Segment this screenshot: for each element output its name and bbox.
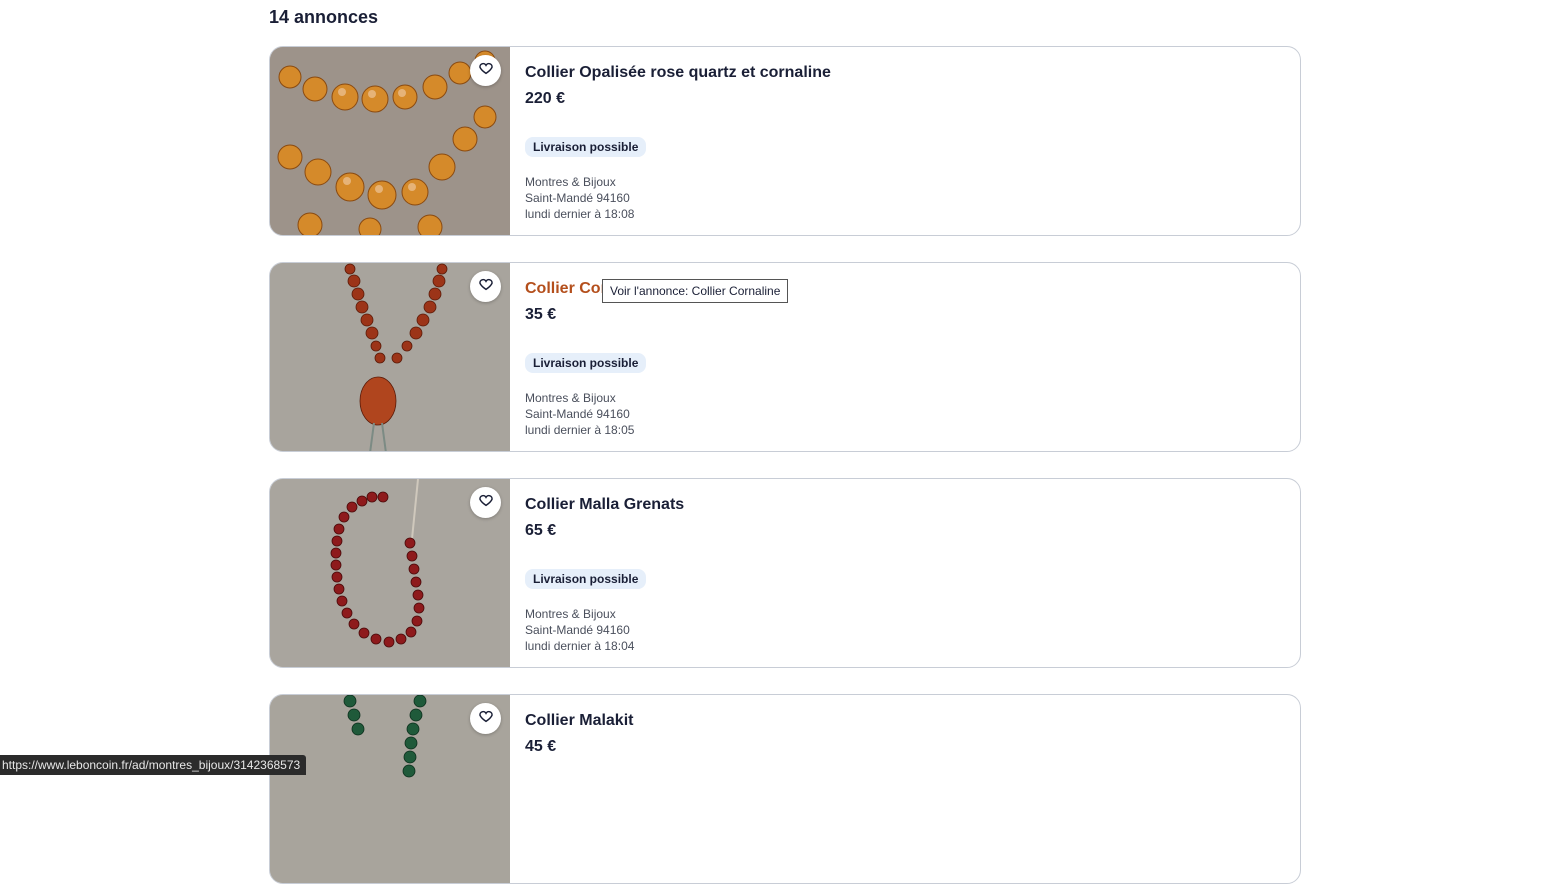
listing-category: Montres & Bijoux	[525, 174, 616, 190]
listing-price: 65 €	[525, 522, 556, 540]
heart-icon	[478, 708, 494, 729]
listing-price: 35 €	[525, 306, 556, 324]
delivery-badge: Livraison possible	[525, 569, 646, 589]
delivery-badge: Livraison possible	[525, 137, 646, 157]
listing-title[interactable]: Collier Malakit	[525, 712, 633, 730]
listing-category: Montres & Bijoux	[525, 606, 616, 622]
listing-date: lundi dernier à 18:08	[525, 206, 634, 222]
listing-category: Montres & Bijoux	[525, 390, 616, 406]
listing-location: Saint-Mandé 94160	[525, 622, 630, 638]
listing-title[interactable]: Collier Cor	[525, 280, 607, 298]
heart-icon	[478, 60, 494, 81]
listing-card[interactable]: Collier Opalisée rose quartz et cornalin…	[269, 46, 1301, 236]
heart-icon	[478, 276, 494, 297]
listing-location: Saint-Mandé 94160	[525, 190, 630, 206]
favorite-button[interactable]	[470, 703, 501, 734]
listing-price: 220 €	[525, 90, 565, 108]
status-bar-url: https://www.leboncoin.fr/ad/montres_bijo…	[0, 755, 306, 775]
favorite-button[interactable]	[470, 271, 501, 302]
favorite-button[interactable]	[470, 487, 501, 518]
title-tooltip: Voir l'annonce: Collier Cornaline	[602, 279, 788, 303]
delivery-badge: Livraison possible	[525, 353, 646, 373]
results-count: 14 annonces	[269, 7, 378, 28]
listing-price: 45 €	[525, 738, 556, 756]
listing-date: lundi dernier à 18:04	[525, 638, 634, 654]
listing-location: Saint-Mandé 94160	[525, 406, 630, 422]
listing-title[interactable]: Collier Opalisée rose quartz et cornalin…	[525, 64, 831, 82]
listing-title[interactable]: Collier Malla Grenats	[525, 496, 684, 514]
favorite-button[interactable]	[470, 55, 501, 86]
listing-date: lundi dernier à 18:05	[525, 422, 634, 438]
listing-card[interactable]: Collier Malakit 45 €	[269, 694, 1301, 884]
heart-icon	[478, 492, 494, 513]
listing-card[interactable]: Collier Malla Grenats 65 € Livraison pos…	[269, 478, 1301, 668]
